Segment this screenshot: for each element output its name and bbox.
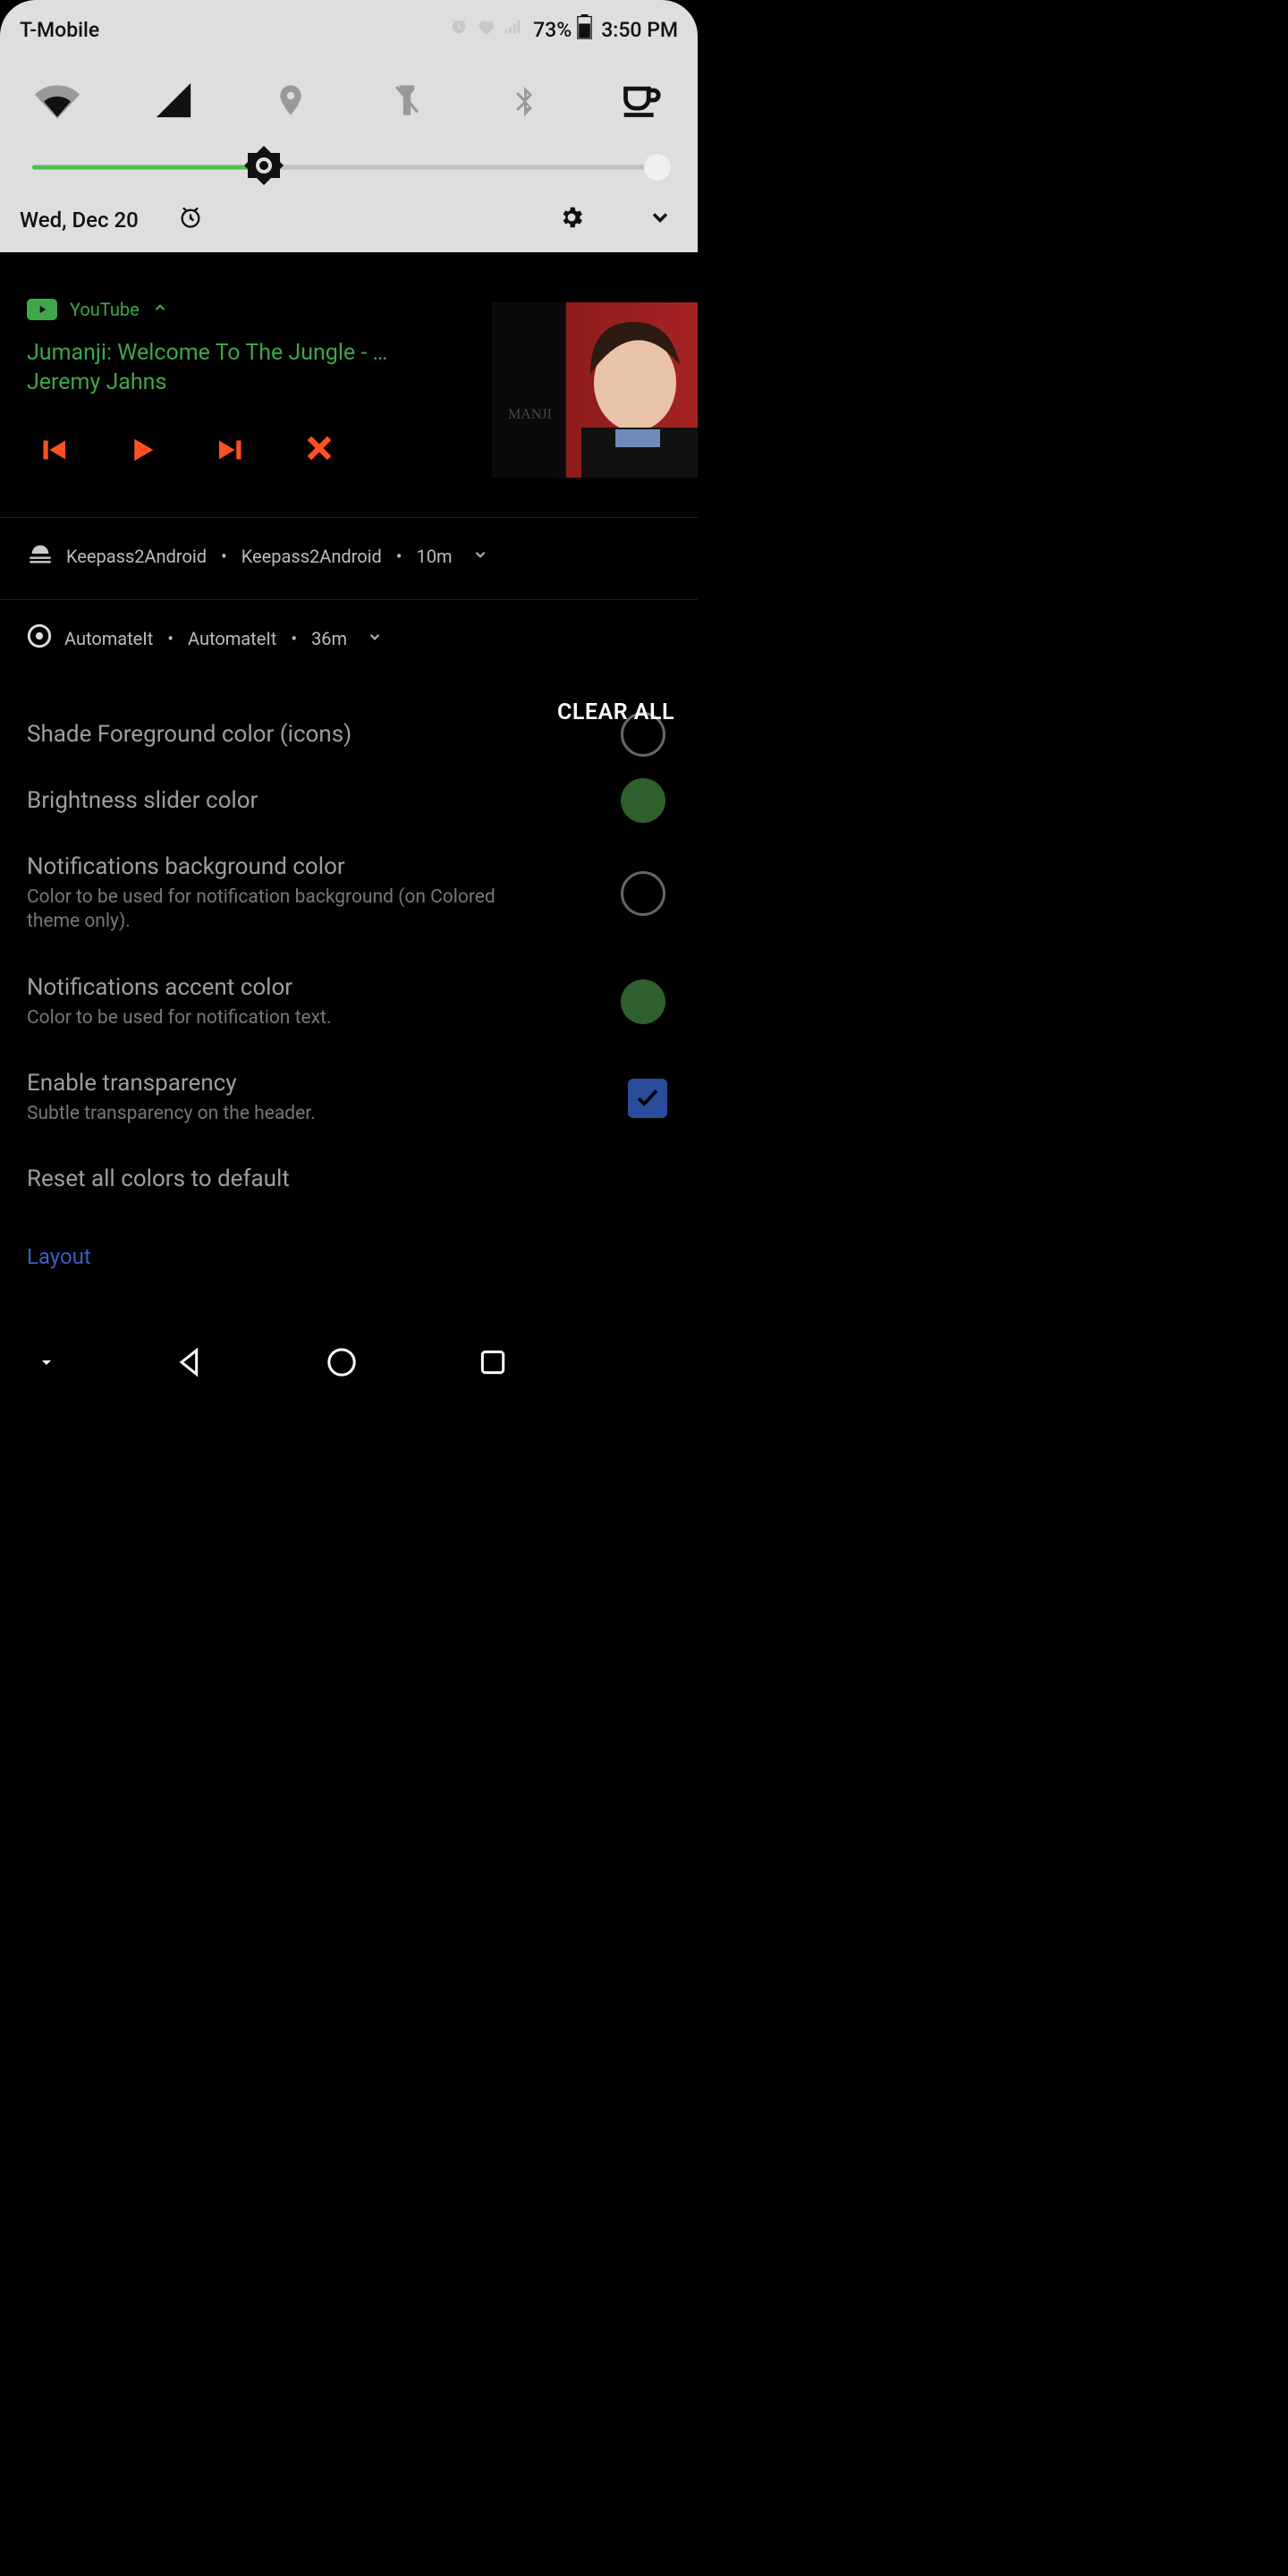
youtube-media-notification[interactable]: YouTube Jumanji: Welcome To The Jungle -…	[0, 277, 698, 492]
notification-keepass[interactable]: Keepass2Android • Keepass2Android • 10m	[0, 517, 698, 594]
media-thumbnail: MANJI	[492, 302, 698, 478]
alarm-icon[interactable]	[151, 205, 203, 235]
back-button[interactable]	[173, 1344, 208, 1384]
clear-all-button[interactable]: CLEAR ALL	[557, 699, 674, 725]
brightness-thumb[interactable]	[242, 144, 285, 191]
separator-dot: •	[221, 546, 227, 567]
battery-percent: 73%	[533, 18, 572, 42]
slider-end-cap	[644, 154, 671, 181]
play-icon	[123, 431, 161, 469]
coffee-icon	[619, 80, 662, 120]
location-icon	[273, 80, 309, 121]
separator-dot: •	[396, 546, 402, 567]
media-title: Jumanji: Welcome To The Jungle - Movie R…	[27, 340, 395, 366]
bluetooth-toggle[interactable]	[499, 75, 549, 125]
previous-track-button[interactable]	[34, 431, 72, 469]
separator-dot: •	[167, 628, 174, 649]
status-bar: T-Mobile 73% 3:50 PM	[0, 0, 698, 50]
setting-title: Reset all colors to default	[27, 1165, 662, 1192]
setting-notifications-bg-color[interactable]: Notifications background color Color to …	[27, 834, 671, 954]
svg-text:MANJI: MANJI	[508, 407, 552, 422]
navigation-bar	[0, 1333, 698, 1395]
youtube-badge-icon	[27, 299, 57, 320]
date-label[interactable]: Wed, Dec 20	[20, 208, 139, 233]
signal-icon	[503, 17, 522, 42]
setting-title: Notifications accent color	[27, 974, 662, 1001]
collapse-chevron-icon[interactable]	[152, 299, 168, 320]
wifi-toggle[interactable]	[32, 75, 82, 125]
flashlight-toggle[interactable]	[382, 75, 432, 125]
flashlight-off-icon	[389, 80, 425, 121]
brightness-sun-icon	[242, 144, 285, 187]
cellular-toggle[interactable]	[148, 75, 199, 125]
notification-age: 36m	[311, 628, 347, 649]
qs-toggle-row	[0, 50, 698, 141]
notification-age: 10m	[417, 546, 453, 567]
clock-time: 3:50 PM	[601, 18, 678, 42]
setting-enable-transparency[interactable]: Enable transparency Subtle transparency …	[27, 1050, 671, 1146]
setting-notifications-accent-color[interactable]: Notifications accent color Color to be u…	[27, 954, 671, 1050]
brightness-slider[interactable]	[23, 141, 674, 193]
settings-items: Shade Foreground color (icons) Brightnes…	[27, 701, 671, 1269]
slider-track	[32, 165, 665, 170]
notification-line: AutomateIt	[188, 628, 276, 649]
setting-subtitle: Subtle transparency on the header.	[27, 1102, 528, 1126]
close-media-button[interactable]	[302, 431, 336, 469]
setting-title: Notifications background color	[27, 853, 662, 880]
home-button[interactable]	[324, 1344, 360, 1384]
settings-section-layout: Layout	[27, 1244, 671, 1269]
ime-switch-icon[interactable]	[36, 1352, 57, 1377]
notification-line: Keepass2Android	[242, 546, 382, 567]
setting-subtitle: Color to be used for notification backgr…	[27, 886, 528, 935]
qs-footer: Wed, Dec 20	[0, 193, 698, 240]
alarm-icon	[449, 17, 469, 42]
checkbox-checked-icon[interactable]	[628, 1079, 667, 1118]
recents-button[interactable]	[475, 1344, 511, 1384]
setting-reset-colors[interactable]: Reset all colors to default	[27, 1146, 671, 1212]
color-swatch[interactable]	[621, 871, 665, 916]
color-swatch[interactable]	[621, 979, 665, 1024]
back-icon	[173, 1344, 208, 1380]
setting-subtitle: Color to be used for notification text.	[27, 1006, 528, 1030]
home-circle-icon	[324, 1344, 360, 1380]
keepass-icon	[27, 541, 54, 571]
expand-chevron-icon[interactable]	[367, 628, 383, 649]
heart-icon	[476, 17, 496, 42]
expand-chevron-icon[interactable]	[472, 546, 488, 567]
battery-icon	[577, 14, 592, 45]
notification-app: Keepass2Android	[66, 546, 207, 567]
settings-gear-icon[interactable]	[531, 204, 585, 236]
setting-brightness-slider-color[interactable]: Brightness slider color	[27, 767, 671, 834]
wifi-icon	[35, 78, 80, 123]
automateit-icon	[27, 623, 52, 653]
notification-automateit[interactable]: AutomateIt • AutomateIt • 36m	[0, 599, 698, 676]
carrier-label: T-Mobile	[20, 18, 99, 42]
bluetooth-icon	[508, 79, 540, 122]
separator-dot: •	[291, 628, 297, 649]
expand-chevron-icon[interactable]	[621, 205, 673, 235]
play-button[interactable]	[123, 431, 161, 469]
setting-title: Enable transparency	[27, 1070, 662, 1097]
color-swatch[interactable]	[621, 778, 665, 823]
skip-next-icon	[213, 431, 250, 469]
slider-fill	[32, 165, 267, 170]
notification-app-name: YouTube	[70, 299, 140, 320]
recents-square-icon	[475, 1344, 511, 1380]
quick-settings-panel: T-Mobile 73% 3:50 PM	[0, 0, 698, 252]
next-track-button[interactable]	[213, 431, 250, 469]
caffeine-toggle[interactable]	[615, 75, 665, 125]
setting-title: Brightness slider color	[27, 787, 662, 814]
location-toggle[interactable]	[266, 75, 316, 125]
close-icon	[302, 431, 336, 465]
cellular-icon	[153, 80, 194, 121]
notification-app: AutomateIt	[64, 628, 153, 649]
skip-previous-icon	[34, 431, 72, 469]
